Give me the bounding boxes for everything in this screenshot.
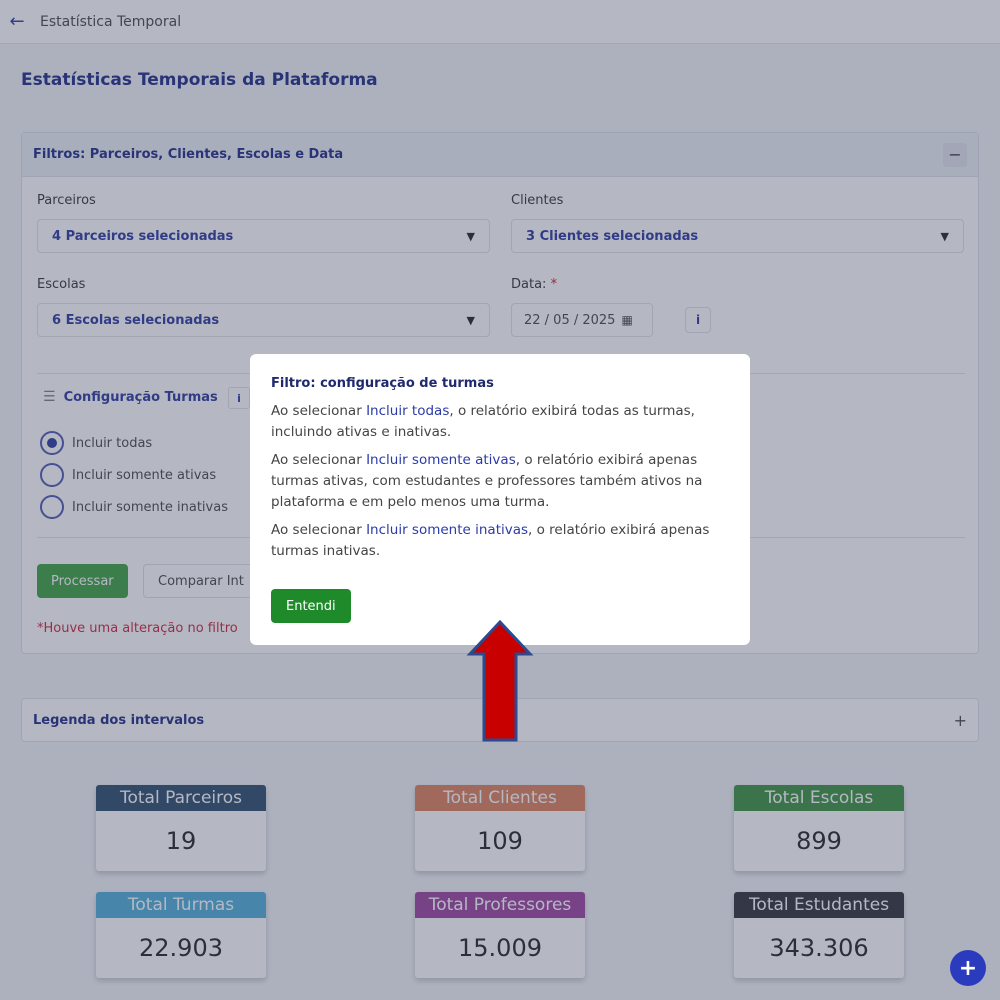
understood-button[interactable]: Entendi [271,589,351,623]
text: Ao selecionar [271,403,367,419]
modal-title: Filtro: configuração de turmas [271,376,494,391]
highlight: Incluir todas [366,403,450,419]
modal-paragraph-inativas: Ao selecionar Incluir somente inativas, … [271,520,729,562]
modal-paragraph-ativas: Ao selecionar Incluir somente ativas, o … [271,450,729,513]
highlight: Incluir somente ativas [366,452,516,468]
highlight: Incluir somente inativas [366,522,529,538]
modal-paragraph-todas: Ao selecionar Incluir todas, o relatório… [271,401,729,443]
add-button[interactable]: + [950,950,986,986]
text: Ao selecionar [271,452,367,468]
info-modal: Filtro: configuração de turmas Ao seleci… [250,354,750,645]
text: Ao selecionar [271,522,367,538]
up-arrow-annotation-icon [466,620,534,742]
